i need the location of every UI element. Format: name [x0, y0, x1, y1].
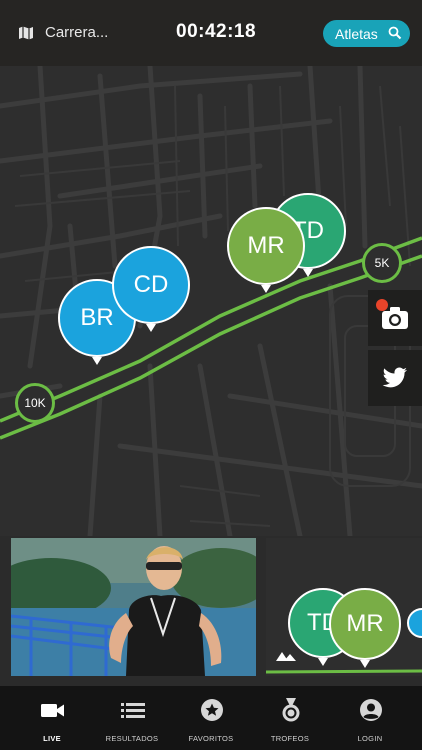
- km-marker-10k[interactable]: 10K: [15, 383, 55, 423]
- notification-dot: [376, 299, 388, 311]
- list-icon: [121, 703, 145, 718]
- tab-trofeos[interactable]: TROFEOS: [248, 686, 332, 750]
- athlete-marker-cd-badge: CD: [112, 246, 190, 324]
- tab-favoritos[interactable]: FAVORITOS: [169, 686, 253, 750]
- search-icon: [388, 26, 402, 40]
- twitter-icon: [382, 367, 407, 388]
- athlete-photo: [11, 538, 256, 676]
- video-camera-icon: [41, 704, 64, 717]
- map-icon[interactable]: [18, 25, 34, 41]
- top-bar: Carrera... 00:42:18 Atletas: [0, 0, 422, 66]
- user-icon: [360, 699, 382, 721]
- tab-resultados-label: RESULTADOS: [105, 734, 159, 743]
- athletes-button[interactable]: Atletas: [323, 20, 410, 47]
- athletes-button-label: Atletas: [335, 25, 378, 42]
- mini-map-thumbnail[interactable]: TD MR: [266, 538, 422, 676]
- tab-live-label: LIVE: [43, 734, 61, 743]
- medal-icon: [282, 698, 300, 722]
- tab-resultados[interactable]: RESULTADOS: [90, 686, 174, 750]
- tab-trofeos-label: TROFEOS: [270, 734, 310, 743]
- tab-login-label: LOGIN: [357, 734, 383, 743]
- athlete-marker-mr-badge: MR: [227, 207, 305, 285]
- mini-athlete-marker-mr-badge: MR: [329, 588, 401, 660]
- twitter-button[interactable]: [368, 350, 422, 406]
- bottom-tab-bar: LIVE RESULTADOS FAVORITOS TROFEOS LOGIN: [0, 686, 422, 750]
- km-marker-5k[interactable]: 5K: [362, 243, 402, 283]
- tab-login[interactable]: LOGIN: [328, 686, 412, 750]
- tab-favoritos-label: FAVORITOS: [188, 734, 234, 743]
- race-timer: 00:42:18: [176, 21, 257, 42]
- live-video-thumbnail[interactable]: [11, 538, 256, 676]
- race-map[interactable]: 5K 10K TD MR BR CD: [0, 66, 422, 536]
- camera-button[interactable]: [368, 290, 422, 346]
- race-name[interactable]: Carrera...: [45, 24, 108, 41]
- tab-live[interactable]: LIVE: [10, 686, 94, 750]
- star-icon: [201, 699, 223, 721]
